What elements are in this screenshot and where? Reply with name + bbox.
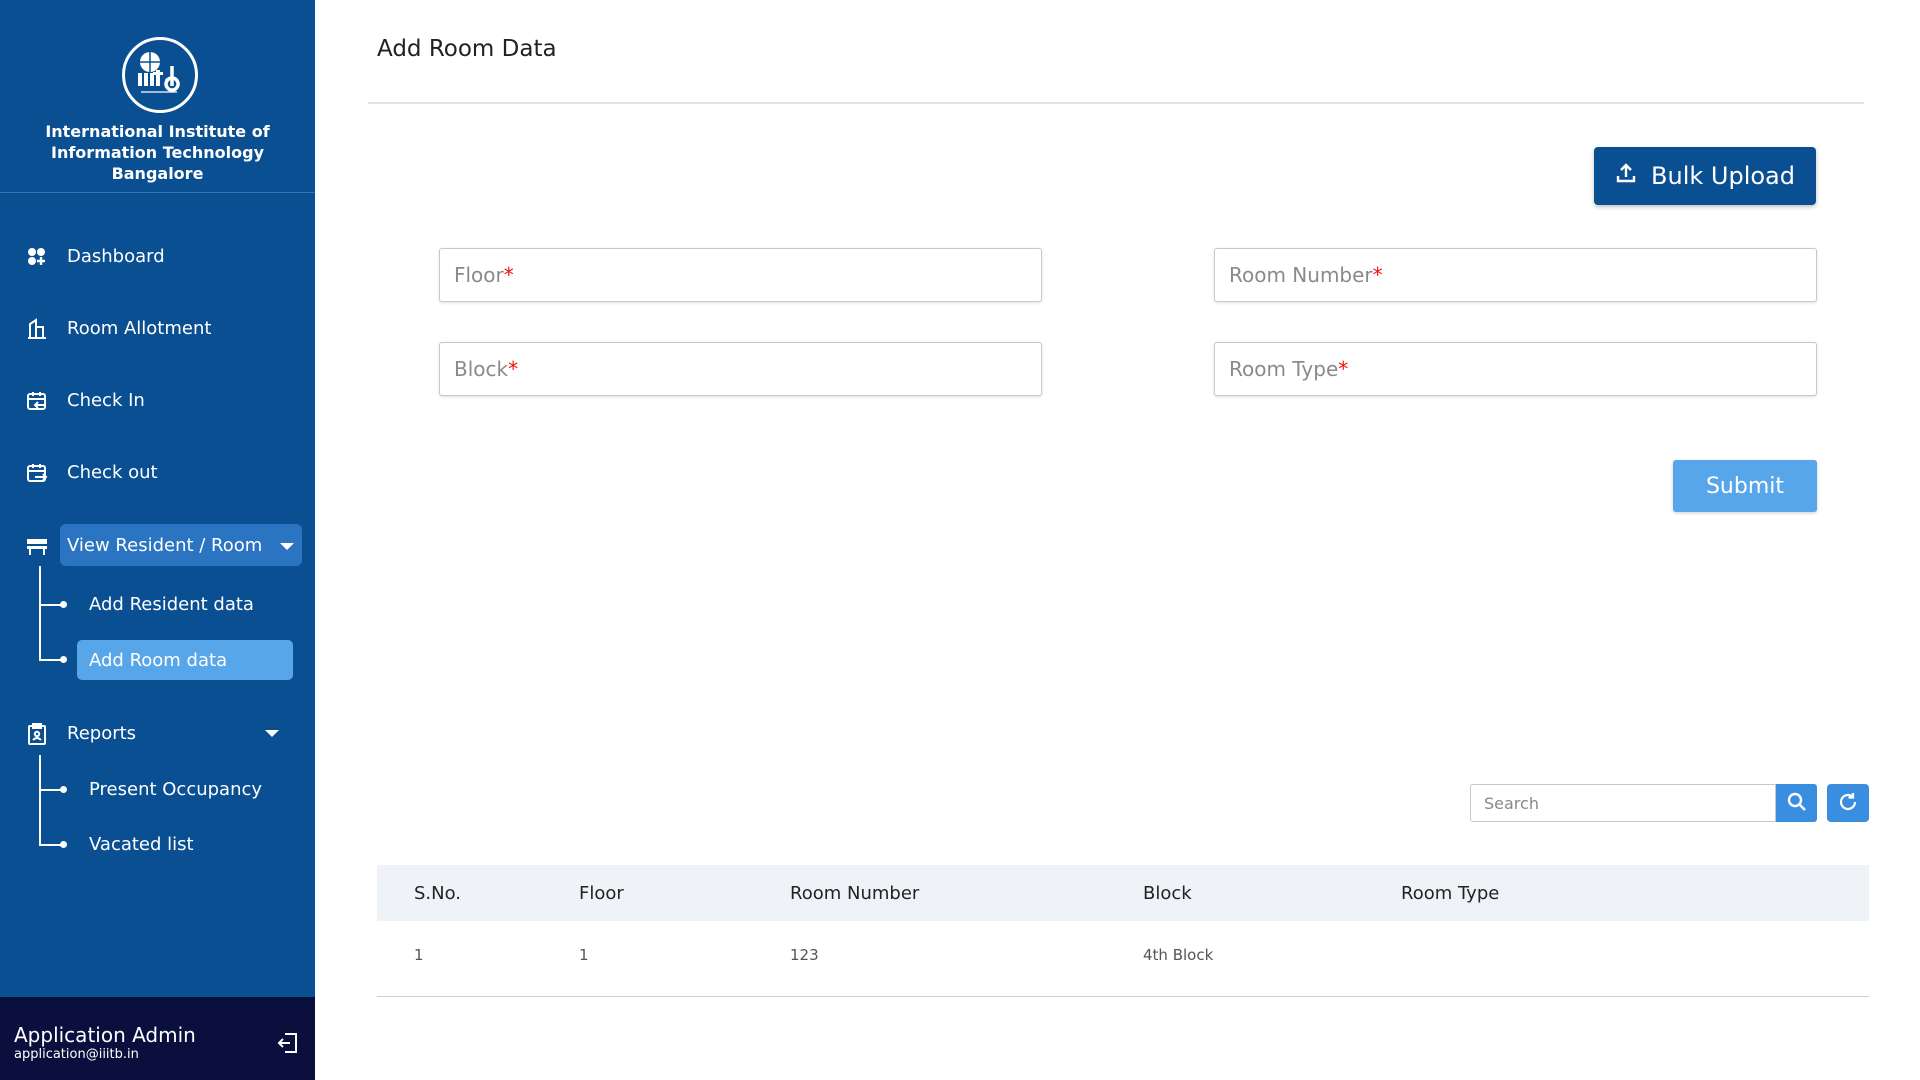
column-header-sno: S.No. <box>414 883 462 904</box>
column-header-block: Block <box>1143 883 1192 904</box>
nav-item-check-out[interactable]: Check out <box>0 452 315 492</box>
block-placeholder-text: Block <box>454 357 509 381</box>
nav-item-view-resident-room[interactable]: View Resident / Room <box>0 524 315 566</box>
nav-label-check-in: Check In <box>67 389 145 411</box>
required-mark: * <box>503 263 514 287</box>
room-number-field[interactable]: Room Number* <box>1214 248 1817 302</box>
cell-floor: 1 <box>579 946 589 964</box>
tree-branch <box>39 659 61 661</box>
nav-label-check-out: Check out <box>67 461 158 483</box>
chevron-down-icon <box>280 543 294 550</box>
submit-button[interactable]: Submit <box>1673 460 1817 512</box>
table-row[interactable]: 1 1 123 4th Block <box>377 921 1869 997</box>
bulk-upload-button[interactable]: Bulk Upload <box>1594 147 1816 205</box>
column-header-floor: Floor <box>579 883 624 904</box>
tree-bullet <box>60 841 67 848</box>
building-icon <box>26 318 48 340</box>
refresh-icon <box>1837 792 1859 816</box>
search-bar <box>1470 784 1817 822</box>
institute-logo <box>122 37 198 113</box>
institute-name: International Institute of Information T… <box>0 121 315 184</box>
institute-name-line-2: Information Technology <box>51 143 264 162</box>
bulk-upload-label: Bulk Upload <box>1651 162 1795 190</box>
brand-header: International Institute of Information T… <box>0 0 315 193</box>
required-mark: * <box>1338 357 1349 381</box>
column-header-room-number: Room Number <box>790 883 920 904</box>
sub-item-label: Add Resident data <box>89 593 254 615</box>
sub-item-label: Add Room data <box>89 649 228 671</box>
floor-placeholder-text: Floor <box>454 263 504 287</box>
nav-item-reports[interactable]: Reports <box>0 713 315 753</box>
sub-item-present-occupancy[interactable]: Present Occupancy <box>77 769 262 809</box>
required-mark: * <box>1372 263 1383 287</box>
block-placeholder: Block* <box>454 357 518 381</box>
search-input[interactable] <box>1470 784 1776 822</box>
sub-item-label: Present Occupancy <box>89 778 263 800</box>
tree-bullet <box>60 601 67 608</box>
user-email: application@iiitb.in <box>14 1047 139 1062</box>
nav-item-check-in[interactable]: Check In <box>0 380 315 420</box>
block-field[interactable]: Block* <box>439 342 1042 396</box>
refresh-button[interactable] <box>1827 784 1869 822</box>
calendar-check-out-icon <box>26 462 48 484</box>
required-mark: * <box>508 357 519 381</box>
tree-bullet <box>60 786 67 793</box>
nav-label-dashboard: Dashboard <box>67 245 165 267</box>
sub-item-add-resident-data[interactable]: Add Resident data <box>77 584 254 624</box>
room-number-placeholder-text: Room Number <box>1229 263 1373 287</box>
nav-label-reports: Reports <box>67 722 137 744</box>
nav-label-room-allotment: Room Allotment <box>67 317 212 339</box>
tree-branch <box>39 844 61 846</box>
logout-icon[interactable] <box>276 1031 300 1055</box>
sub-item-vacated-list[interactable]: Vacated list <box>77 824 194 864</box>
user-profile-box: Application Admin application@iiitb.in <box>0 997 315 1080</box>
room-number-placeholder: Room Number* <box>1229 263 1383 287</box>
institute-name-line-3: Bangalore <box>111 164 204 183</box>
cell-block: 4th Block <box>1143 946 1214 964</box>
nav-item-room-allotment[interactable]: Room Allotment <box>0 308 315 348</box>
institute-name-line-1: International Institute of <box>45 122 270 141</box>
page-title: Add Room Data <box>377 36 557 62</box>
room-type-placeholder: Room Type* <box>1229 357 1348 381</box>
cell-sno: 1 <box>414 946 424 964</box>
title-divider <box>368 102 1864 104</box>
sub-item-label: Vacated list <box>89 833 194 855</box>
tree-branch <box>39 604 61 606</box>
search-button[interactable] <box>1776 784 1817 822</box>
search-icon <box>1787 792 1807 815</box>
nav-item-dashboard[interactable]: Dashboard <box>0 236 315 276</box>
room-type-field[interactable]: Room Type* <box>1214 342 1817 396</box>
sub-item-add-room-data[interactable]: Add Room data <box>77 640 293 680</box>
floor-placeholder: Floor* <box>454 263 514 287</box>
cell-room-number: 123 <box>790 946 819 964</box>
user-name: Application Admin <box>14 1023 196 1047</box>
tree-bullet <box>60 656 67 663</box>
tree-connector <box>39 566 41 661</box>
room-type-placeholder-text: Room Type <box>1229 357 1339 381</box>
sidebar: International Institute of Information T… <box>0 0 315 1080</box>
floor-field[interactable]: Floor* <box>439 248 1042 302</box>
tree-connector <box>39 755 41 845</box>
upload-icon <box>1615 162 1637 190</box>
chevron-down-icon <box>265 730 279 737</box>
tree-branch <box>39 789 61 791</box>
nav-label-view-resident-room: View Resident / Room <box>67 534 263 556</box>
bed-icon <box>26 536 48 558</box>
clipboard-icon <box>26 723 48 745</box>
calendar-check-in-icon <box>26 390 48 412</box>
dashboard-icon <box>26 246 48 268</box>
table-header-row: S.No. Floor Room Number Block Room Type <box>377 865 1869 921</box>
column-header-room-type: Room Type <box>1401 883 1500 904</box>
